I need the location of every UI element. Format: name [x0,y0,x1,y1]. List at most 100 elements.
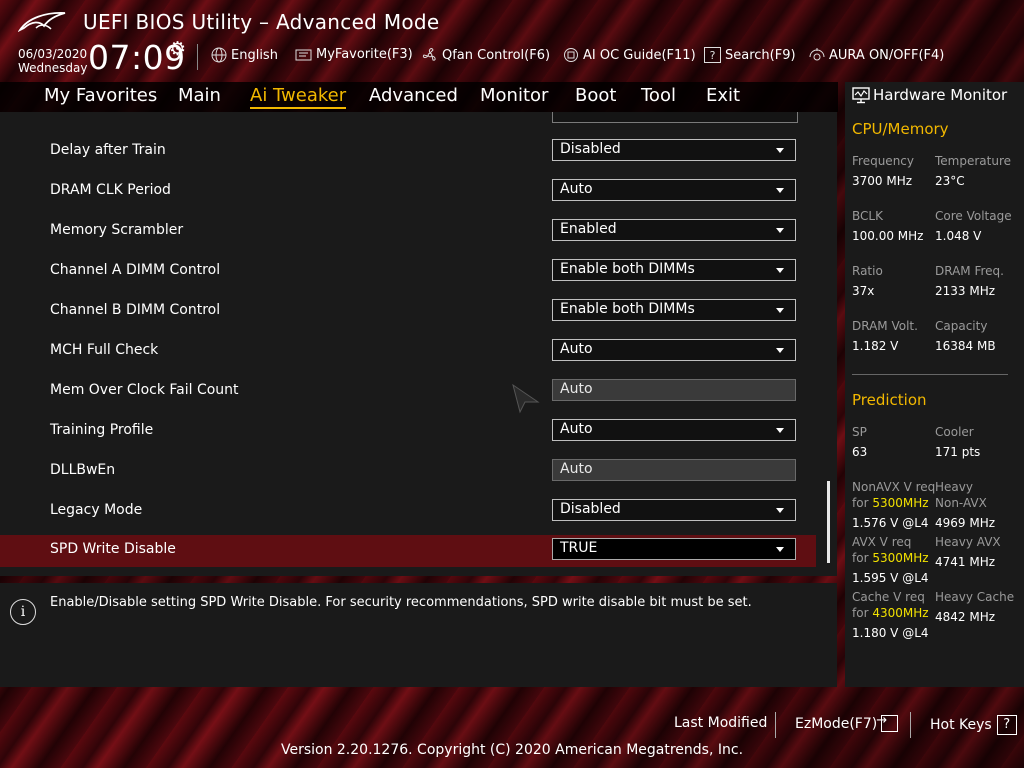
setting-row[interactable]: DRAM CLK Period Auto [0,176,816,208]
rog-logo-icon [18,12,66,33]
ai-oc-guide-button[interactable]: AI OC Guide(F11) [563,47,696,63]
monitor-icon [852,86,870,103]
tab-ai-tweaker[interactable]: Ai Tweaker [250,85,347,109]
footer-divider [775,712,776,738]
setting-dropdown[interactable]: Disabled [552,499,796,521]
date-text: 06/03/2020 [18,47,88,61]
setting-dropdown[interactable]: Auto [552,419,796,441]
setting-label: Delay after Train [50,142,166,158]
dropdown-value: Disabled [560,501,621,517]
nonavx-vreq-value: 1.576 V @L4 [852,516,929,530]
language-label: English [231,47,278,63]
tab-monitor[interactable]: Monitor [480,85,548,106]
tab-advanced[interactable]: Advanced [369,85,458,106]
frequency-label: Frequency [852,154,914,168]
setting-dropdown[interactable]: TRUE [552,538,796,560]
aura-button[interactable]: AURA ON/OFF(F4) [808,47,944,63]
dropdown-value: Auto [560,181,593,197]
core-voltage-value: 1.048 V [935,229,982,243]
chevron-down-icon [776,188,784,193]
tab-main[interactable]: Main [178,85,221,106]
tab-exit[interactable]: Exit [706,85,740,106]
aura-icon [809,48,825,61]
temperature-value: 23°C [935,174,965,188]
last-modified-button[interactable]: Last Modified [674,715,767,731]
heavy-nonavx-label-2: Non-AVX [935,496,987,510]
dropdown-value: Enable both DIMMs [560,261,695,277]
qfan-button[interactable]: Qfan Control(F6) [421,47,550,63]
toolbar-divider [197,44,198,70]
heavy-cache-value: 4842 MHz [935,610,996,624]
setting-row-selected[interactable]: SPD Write Disable TRUE [0,535,816,567]
ai-oc-guide-label: AI OC Guide(F11) [583,47,696,63]
cache-for-line: for 4300MHz [852,606,929,620]
setting-dropdown[interactable]: Enabled [552,219,796,241]
dram-volt-label: DRAM Volt. [852,319,918,333]
chevron-down-icon [776,308,784,313]
setting-row[interactable]: Legacy Mode Disabled [0,496,816,528]
setting-label: Legacy Mode [50,502,143,518]
setting-row[interactable]: Memory Scrambler Enabled [0,216,816,248]
setting-row: DLLBwEn Auto [0,456,816,488]
chevron-down-icon [776,428,784,433]
search-icon: ? [704,47,721,63]
last-modified-label: Last Modified [674,715,768,731]
scrollbar-thumb[interactable] [827,481,830,563]
dram-freq-label: DRAM Freq. [935,264,1004,278]
question-icon: ? [996,715,1017,735]
frequency-value: 3700 MHz [852,174,913,188]
tab-boot[interactable]: Boot [575,85,616,106]
header: UEFI BIOS Utility – Advanced Mode 06/03/… [0,0,1024,82]
search-button[interactable]: ? Search(F9) [704,47,796,63]
settings-panel: Delay after Train Disabled DRAM CLK Peri… [0,112,837,576]
setting-row[interactable]: Training Profile Auto [0,416,816,448]
dropdown-value: Disabled [560,141,621,157]
setting-dropdown[interactable]: Auto [552,339,796,361]
bclk-label: BCLK [852,209,883,223]
setting-dropdown[interactable]: Disabled [552,139,796,161]
tab-my-favorites[interactable]: My Favorites [44,85,157,106]
hardware-monitor-panel: Hardware Monitor CPU/Memory Frequency Te… [845,82,1024,687]
setting-row[interactable]: Delay after Train Disabled [0,136,816,168]
setting-label: MCH Full Check [50,342,159,358]
cache-vreq-label: Cache V req [852,590,925,604]
ezmode-button[interactable]: EzMode(F7) [795,713,899,732]
chevron-down-icon [776,348,784,353]
core-voltage-label: Core Voltage [935,209,1012,223]
setting-dropdown[interactable]: Enable both DIMMs [552,259,796,281]
setting-row[interactable]: Channel B DIMM Control Enable both DIMMs [0,296,816,328]
ratio-label: Ratio [852,264,883,278]
hot-keys-button[interactable]: Hot Keys ? [930,715,1017,735]
setting-dropdown[interactable]: Enable both DIMMs [552,299,796,321]
setting-label: Mem Over Clock Fail Count [50,382,239,398]
mouse-cursor-icon [512,384,540,414]
myfavorite-button[interactable]: MyFavorite(F3) [295,47,413,62]
setting-row[interactable]: Channel A DIMM Control Enable both DIMMs [0,256,816,288]
capacity-label: Capacity [935,319,988,333]
setting-label: Channel A DIMM Control [50,262,221,278]
nonavx-vreq-label: NonAVX V req [852,480,936,494]
aura-label: AURA ON/OFF(F4) [829,47,945,63]
tab-tool[interactable]: Tool [641,85,676,106]
exit-icon [876,713,899,732]
hardware-monitor-title: Hardware Monitor [852,86,1007,104]
partially-scrolled-dropdown[interactable] [552,112,798,123]
chevron-down-icon [776,547,784,552]
bclk-value: 100.00 MHz [852,229,924,243]
avx-vreq-value: 1.595 V @L4 [852,571,929,585]
dropdown-value: Enable both DIMMs [560,301,695,317]
help-text: Enable/Disable setting SPD Write Disable… [50,595,752,610]
language-button[interactable]: English [211,47,278,63]
chevron-down-icon [776,268,784,273]
search-label: Search(F9) [725,47,796,63]
for-label: for [852,551,869,565]
gear-icon[interactable]: ⚙ [169,38,186,60]
cooler-value: 171 pts [935,445,981,459]
nonavx-target-freq: 5300MHz [872,496,929,510]
hardware-monitor-label: Hardware Monitor [873,86,1008,104]
setting-row[interactable]: MCH Full Check Auto [0,336,816,368]
date-display: 06/03/2020 Wednesday [18,47,87,75]
cpu-memory-heading: CPU/Memory [852,120,949,138]
setting-dropdown[interactable]: Auto [552,179,796,201]
avx-for-line: for 5300MHz [852,551,929,565]
